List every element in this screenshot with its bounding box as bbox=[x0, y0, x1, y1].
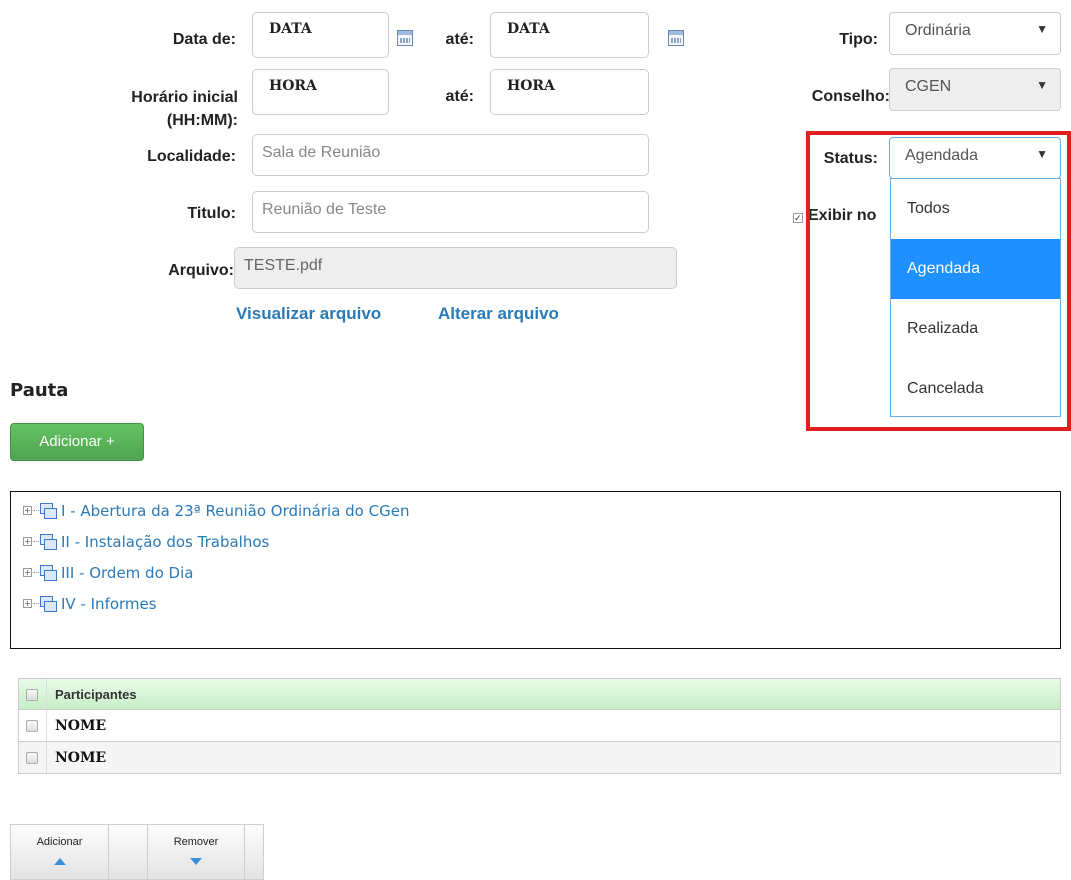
expand-icon[interactable]: + bbox=[23, 506, 39, 515]
toolbar-spacer bbox=[108, 824, 148, 880]
adicionar-participante-button[interactable]: Adicionar bbox=[10, 824, 109, 880]
horario-label-line2: (HH:MM): bbox=[166, 112, 238, 129]
titulo-label: Titulo: bbox=[187, 205, 236, 222]
data-de-label: Data de: bbox=[172, 31, 236, 48]
tipo-select[interactable]: Ordinária ▼ bbox=[889, 12, 1061, 55]
data-ate-field[interactable]: DATA bbox=[490, 12, 649, 58]
tree-node-label[interactable]: I - Abertura da 23ª Reunião Ordinária do… bbox=[61, 502, 409, 520]
folder-icon bbox=[40, 534, 57, 550]
table-row[interactable]: NOME bbox=[18, 710, 1061, 742]
localidade-input[interactable]: Sala de Reunião bbox=[252, 134, 649, 176]
exibir-checkbox[interactable]: ✓ bbox=[793, 213, 803, 223]
tree-node-label[interactable]: II - Instalação dos Trabalhos bbox=[61, 533, 269, 551]
pauta-tree: + I - Abertura da 23ª Reunião Ordinária … bbox=[10, 491, 1061, 649]
expand-icon[interactable]: + bbox=[23, 537, 39, 546]
conselho-select: CGEN ▼ bbox=[889, 68, 1061, 111]
pauta-title: Pauta bbox=[10, 380, 69, 401]
participantes-header: Participantes bbox=[55, 687, 137, 702]
conselho-select-value: CGEN bbox=[905, 78, 952, 95]
participantes-grid: Participantes NOME NOME bbox=[18, 678, 1061, 774]
arquivo-label: Arquivo: bbox=[168, 262, 234, 279]
horario-label-line1: Horário inicial bbox=[131, 89, 238, 106]
hora-ate-label: até: bbox=[445, 88, 474, 105]
hora-de-field[interactable]: HORA bbox=[252, 69, 389, 115]
select-all-checkbox[interactable] bbox=[26, 689, 38, 701]
data-ate-label: até: bbox=[445, 31, 474, 48]
remover-participante-button[interactable]: Remover bbox=[147, 824, 245, 880]
tree-node-label[interactable]: III - Ordem do Dia bbox=[61, 564, 193, 582]
alterar-arquivo-link[interactable]: Alterar arquivo bbox=[438, 304, 559, 324]
folder-icon bbox=[40, 596, 57, 612]
chevron-down-icon: ▼ bbox=[1036, 22, 1048, 36]
tipo-select-value: Ordinária bbox=[905, 22, 971, 39]
localidade-label: Localidade: bbox=[147, 148, 236, 165]
arrow-up-icon bbox=[53, 858, 66, 865]
row-checkbox[interactable] bbox=[26, 752, 38, 764]
titulo-input[interactable]: Reunião de Teste bbox=[252, 191, 649, 233]
calendar-icon[interactable] bbox=[397, 30, 413, 46]
arrow-down-icon bbox=[190, 858, 202, 865]
remover-label: Remover bbox=[173, 836, 219, 848]
visualizar-arquivo-link[interactable]: Visualizar arquivo bbox=[236, 304, 381, 324]
participant-name: NOME bbox=[55, 750, 107, 766]
toolbar-spacer bbox=[244, 824, 264, 880]
adicionar-pauta-button[interactable]: Adicionar + bbox=[10, 423, 144, 461]
folder-icon bbox=[40, 503, 57, 519]
highlight-box bbox=[806, 131, 1071, 431]
conselho-label: Conselho: bbox=[811, 88, 890, 105]
hora-ate-field[interactable]: HORA bbox=[490, 69, 649, 115]
folder-icon bbox=[40, 565, 57, 581]
calendar-icon[interactable] bbox=[668, 30, 684, 46]
tipo-label: Tipo: bbox=[839, 31, 878, 48]
participant-name: NOME bbox=[55, 718, 107, 734]
horario-label: Horário inicial (HH:MM): bbox=[60, 86, 238, 132]
tree-node-label[interactable]: IV - Informes bbox=[61, 595, 157, 613]
chevron-down-icon: ▼ bbox=[1036, 78, 1048, 92]
arquivo-field: TESTE.pdf bbox=[234, 247, 677, 289]
grid-header: Participantes bbox=[18, 678, 1061, 710]
data-de-field[interactable]: DATA bbox=[252, 12, 389, 58]
row-checkbox[interactable] bbox=[26, 720, 38, 732]
adicionar-label: Adicionar bbox=[36, 836, 83, 848]
expand-icon[interactable]: + bbox=[23, 599, 39, 608]
table-row[interactable]: NOME bbox=[18, 742, 1061, 774]
expand-icon[interactable]: + bbox=[23, 568, 39, 577]
